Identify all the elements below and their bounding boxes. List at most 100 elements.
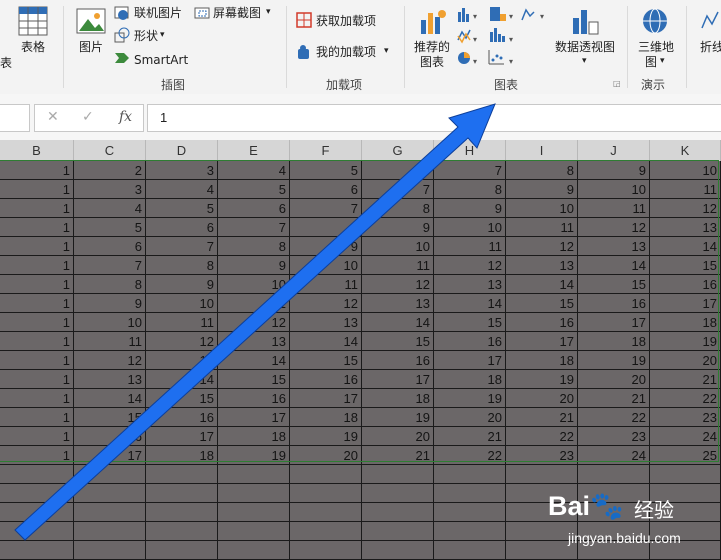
cell[interactable] — [146, 541, 218, 560]
cell[interactable]: 13 — [506, 256, 578, 275]
cell[interactable]: 16 — [506, 313, 578, 332]
cell[interactable] — [506, 465, 578, 484]
cell[interactable]: 8 — [218, 237, 290, 256]
cell[interactable]: 9 — [218, 256, 290, 275]
column-header[interactable]: H — [434, 140, 506, 161]
cell[interactable]: 8 — [506, 161, 578, 180]
cell[interactable] — [290, 522, 362, 541]
cell[interactable]: 13 — [578, 237, 650, 256]
cell[interactable]: 12 — [578, 218, 650, 237]
cell[interactable]: 1 — [0, 161, 74, 180]
cell[interactable] — [290, 465, 362, 484]
cell[interactable]: 9 — [362, 218, 434, 237]
cell[interactable]: 1 — [0, 275, 74, 294]
cell[interactable] — [74, 503, 146, 522]
cell[interactable]: 8 — [362, 199, 434, 218]
cell[interactable]: 11 — [650, 180, 721, 199]
cell[interactable]: 22 — [578, 408, 650, 427]
cell[interactable]: 16 — [218, 389, 290, 408]
cell[interactable]: 13 — [290, 313, 362, 332]
cell[interactable]: 2 — [74, 161, 146, 180]
cell[interactable]: 7 — [362, 180, 434, 199]
cell[interactable]: 12 — [74, 351, 146, 370]
cell[interactable]: 10 — [218, 275, 290, 294]
cell[interactable]: 17 — [578, 313, 650, 332]
cell[interactable]: 16 — [650, 275, 721, 294]
chart-type-buttons[interactable]: ▾ ▾ ▾ ▾ ▾ ▾ ▾ — [456, 6, 550, 68]
cell[interactable] — [146, 465, 218, 484]
cell[interactable]: 15 — [578, 275, 650, 294]
cell[interactable]: 1 — [0, 351, 74, 370]
cell[interactable] — [146, 503, 218, 522]
cell[interactable]: 14 — [362, 313, 434, 332]
cell[interactable]: 19 — [578, 351, 650, 370]
column-header[interactable]: G — [362, 140, 434, 161]
cell[interactable] — [578, 465, 650, 484]
cell[interactable]: 10 — [578, 180, 650, 199]
column-header[interactable]: B — [0, 140, 74, 161]
dialog-launcher-icon[interactable]: ◲ — [613, 79, 621, 88]
cell[interactable]: 10 — [290, 256, 362, 275]
cell[interactable] — [74, 522, 146, 541]
cell[interactable]: 15 — [506, 294, 578, 313]
cell[interactable]: 16 — [146, 408, 218, 427]
cell[interactable]: 11 — [578, 199, 650, 218]
cell[interactable]: 19 — [434, 389, 506, 408]
cell[interactable]: 13 — [146, 351, 218, 370]
cell[interactable]: 24 — [650, 427, 721, 446]
cell[interactable] — [290, 503, 362, 522]
cell[interactable]: 18 — [650, 313, 721, 332]
cell[interactable]: 20 — [290, 446, 362, 465]
cell[interactable]: 10 — [146, 294, 218, 313]
cell[interactable]: 17 — [650, 294, 721, 313]
cell[interactable]: 22 — [506, 427, 578, 446]
cell[interactable] — [218, 484, 290, 503]
cell[interactable]: 10 — [434, 218, 506, 237]
cell[interactable]: 17 — [506, 332, 578, 351]
cell[interactable] — [362, 541, 434, 560]
cell[interactable]: 16 — [290, 370, 362, 389]
table-partial-label[interactable]: 表 — [0, 56, 12, 70]
cell[interactable]: 9 — [434, 199, 506, 218]
cell[interactable]: 11 — [362, 256, 434, 275]
cell[interactable]: 16 — [434, 332, 506, 351]
cell[interactable] — [0, 465, 74, 484]
cell[interactable]: 1 — [0, 237, 74, 256]
cell[interactable]: 11 — [506, 218, 578, 237]
cell[interactable]: 22 — [434, 446, 506, 465]
cell[interactable]: 15 — [650, 256, 721, 275]
column-header[interactable]: E — [218, 140, 290, 161]
cell[interactable]: 4 — [74, 199, 146, 218]
cell[interactable]: 1 — [0, 446, 74, 465]
cell[interactable]: 12 — [650, 199, 721, 218]
cell[interactable] — [0, 541, 74, 560]
cell[interactable] — [146, 522, 218, 541]
cell[interactable]: 1 — [0, 199, 74, 218]
cell[interactable]: 14 — [74, 389, 146, 408]
cell[interactable]: 20 — [506, 389, 578, 408]
cell[interactable]: 11 — [290, 275, 362, 294]
cell[interactable]: 5 — [146, 199, 218, 218]
cell[interactable]: 1 — [0, 313, 74, 332]
cell[interactable]: 20 — [362, 427, 434, 446]
cell[interactable] — [362, 503, 434, 522]
cell[interactable]: 1 — [0, 256, 74, 275]
column-header[interactable]: K — [650, 140, 721, 161]
cell[interactable]: 1 — [0, 389, 74, 408]
cell[interactable] — [434, 522, 506, 541]
column-header[interactable]: F — [290, 140, 362, 161]
cell[interactable]: 5 — [74, 218, 146, 237]
cell[interactable] — [218, 465, 290, 484]
cell[interactable]: 23 — [650, 408, 721, 427]
cell[interactable]: 17 — [290, 389, 362, 408]
cell[interactable]: 21 — [650, 370, 721, 389]
cell[interactable]: 17 — [74, 446, 146, 465]
cell[interactable] — [290, 484, 362, 503]
cell[interactable]: 20 — [650, 351, 721, 370]
cell[interactable]: 12 — [290, 294, 362, 313]
cell[interactable]: 14 — [650, 237, 721, 256]
cell[interactable]: 7 — [218, 218, 290, 237]
cell[interactable]: 6 — [74, 237, 146, 256]
cell[interactable]: 9 — [290, 237, 362, 256]
cell[interactable]: 1 — [0, 332, 74, 351]
